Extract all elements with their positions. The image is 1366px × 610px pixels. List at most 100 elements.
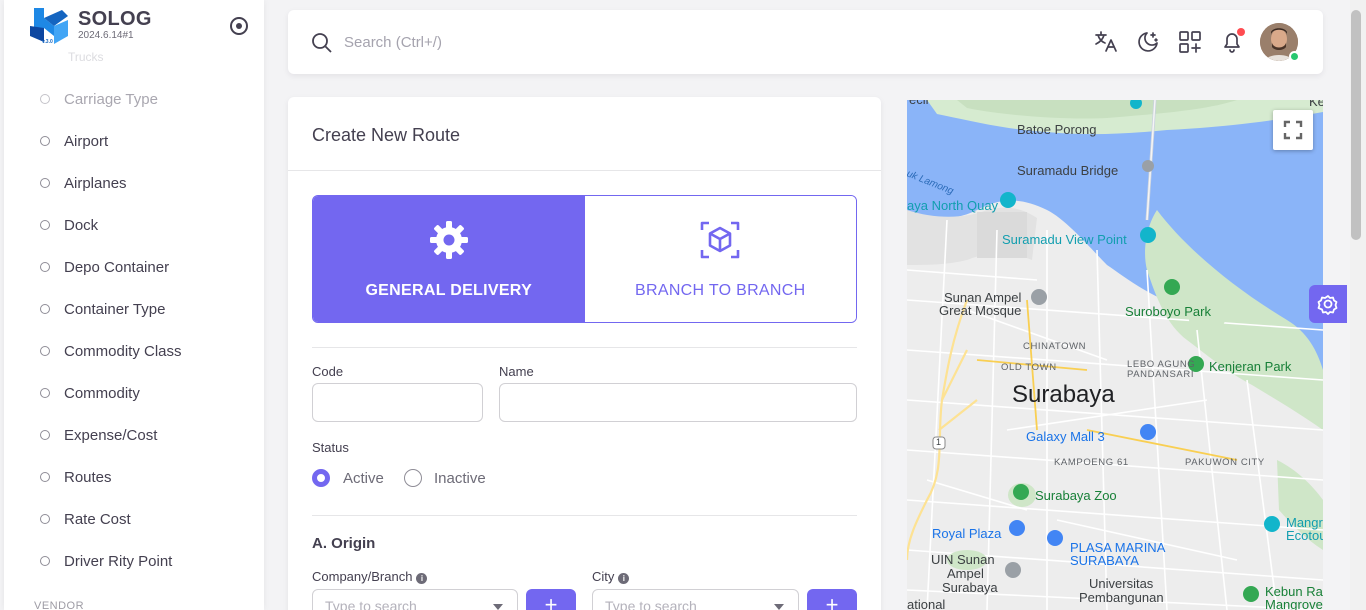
map-label: Suroboyo Park — [1125, 304, 1211, 319]
map-label: KAMPOENG 61 — [1054, 457, 1129, 468]
sidebar-menu: Carriage Type Airport Airplanes Dock Dep… — [4, 78, 264, 582]
code-field[interactable] — [312, 383, 483, 422]
sidebar-item-label: Expense/Cost — [64, 426, 158, 444]
road-number: 1 — [936, 437, 942, 447]
sidebar-item-container-type[interactable]: Container Type — [4, 288, 264, 330]
map-label: Mangrove — [1265, 597, 1323, 610]
sidebar-item-label: Airplanes — [64, 174, 127, 192]
info-icon[interactable]: i — [618, 573, 630, 584]
theme-toggle-icon[interactable] — [1135, 29, 1161, 55]
sidebar-section-vendor: VENDOR — [34, 600, 85, 610]
status-inactive-label[interactable]: Inactive — [434, 470, 486, 487]
sidebar-item-label: Dock — [64, 216, 99, 234]
company-branch-label: Company/Branch i — [312, 569, 428, 584]
map-fullscreen-button[interactable] — [1273, 110, 1313, 150]
city-label-text: City — [592, 569, 615, 584]
map-label: UIN Sunan — [931, 552, 995, 567]
gear-icon — [1317, 295, 1338, 315]
sidebar-item-carriage-type[interactable]: Carriage Type — [4, 78, 264, 120]
city-select[interactable]: Type to search — [592, 589, 799, 610]
circle-icon — [40, 346, 50, 356]
company-branch-select[interactable]: Type to search — [312, 589, 518, 610]
online-status-dot — [1289, 51, 1300, 62]
sidebar-item-expense-cost[interactable]: Expense/Cost — [4, 414, 264, 456]
company-branch-placeholder: Type to search — [325, 598, 417, 610]
fullscreen-icon — [1283, 120, 1303, 140]
sidebar-item-label: Rate Cost — [64, 510, 131, 528]
logo-caption: v.3.0 — [42, 39, 53, 45]
sidebar-item-label: Driver Rity Point — [64, 552, 173, 570]
sidebar-item-commodity[interactable]: Commodity — [4, 372, 264, 414]
map-label: Great Mosque — [939, 303, 1022, 318]
branch-to-branch-option[interactable]: BRANCH TO BRANCH — [584, 196, 856, 322]
name-field[interactable] — [499, 383, 857, 422]
page-scrollbar-thumb[interactable] — [1351, 10, 1361, 240]
circle-icon — [40, 388, 50, 398]
status-active-label[interactable]: Active — [343, 470, 384, 487]
sidebar-item-label: Routes — [64, 468, 112, 486]
sidebar-collapse-button[interactable] — [230, 17, 248, 35]
map-label: Royal Plaza — [932, 526, 1002, 541]
company-branch-label-text: Company/Branch — [312, 569, 413, 584]
route-type-toggle: GENERAL DELIVERY BRANCH TO BRANCH — [312, 195, 857, 323]
map-label: ecil — [909, 100, 929, 107]
circle-icon — [40, 220, 50, 230]
chevron-down-icon — [493, 604, 503, 610]
sidebar-item-label: Commodity Class — [64, 342, 182, 360]
translate-icon[interactable] — [1093, 29, 1119, 55]
branch-to-branch-label: BRANCH TO BRANCH — [635, 282, 806, 299]
shortcuts-icon[interactable] — [1177, 29, 1203, 55]
sidebar-item-airplanes[interactable]: Airplanes — [4, 162, 264, 204]
status-active-radio[interactable] — [312, 469, 330, 487]
sidebar-item-label: Airport — [64, 132, 109, 150]
add-city-button[interactable]: + — [807, 589, 857, 610]
map-label: PANDANSARI — [1127, 369, 1195, 380]
create-route-card: Create New Route GENERAL DELIVERY BRANCH… — [288, 97, 881, 610]
sidebar-item-dock[interactable]: Dock — [4, 204, 264, 246]
circle-icon — [40, 94, 50, 104]
map-label: Surabaya Zoo — [1035, 488, 1117, 503]
gear-icon — [429, 221, 468, 259]
sidebar-ghost-text: Trucks — [68, 50, 104, 64]
sidebar-item-driver-rity-point[interactable]: Driver Rity Point — [4, 540, 264, 582]
sidebar-item-routes[interactable]: Routes — [4, 456, 264, 498]
circle-icon — [40, 136, 50, 146]
chevron-down-icon — [774, 604, 784, 610]
map-label: Suramadu View Point — [1002, 232, 1127, 247]
map-label: aya North Quay — [907, 198, 999, 213]
code-label: Code — [312, 364, 344, 379]
circle-icon — [40, 430, 50, 440]
map-label: CHINATOWN — [1023, 341, 1087, 352]
circle-icon — [40, 262, 50, 272]
map-label-city: Surabaya — [1012, 381, 1115, 408]
map-label: Ke — [1309, 100, 1323, 109]
sidebar-item-rate-cost[interactable]: Rate Cost — [4, 498, 264, 540]
top-navbar — [288, 10, 1323, 74]
map-label: Kenjeran Park — [1209, 359, 1292, 374]
map-label: Galaxy Mall 3 — [1026, 429, 1105, 444]
sidebar-item-depo-container[interactable]: Depo Container — [4, 246, 264, 288]
route-map[interactable]: Batoe Porong Suramadu Bridge uk Lamong a… — [907, 100, 1323, 610]
section-divider — [312, 515, 857, 516]
map-label: Suramadu Bridge — [1017, 163, 1119, 178]
add-company-button[interactable]: + — [526, 589, 576, 610]
map-label: Ampel — [947, 566, 984, 581]
brand-version: 2024.6.14#1 — [78, 30, 134, 41]
brand[interactable]: v.3.0 SOLOG 2024.6.14#1 — [28, 6, 152, 46]
map-label: OLD TOWN — [1001, 362, 1057, 373]
info-icon[interactable]: i — [416, 573, 428, 584]
general-delivery-label: GENERAL DELIVERY — [365, 282, 533, 299]
circle-icon — [40, 472, 50, 482]
search-icon[interactable] — [310, 31, 334, 55]
theme-customizer-button[interactable] — [1309, 285, 1347, 323]
sidebar-item-commodity-class[interactable]: Commodity Class — [4, 330, 264, 372]
map-label: Pembangunan — [1079, 590, 1164, 605]
general-delivery-option[interactable]: GENERAL DELIVERY — [313, 196, 585, 322]
sidebar: v.3.0 SOLOG 2024.6.14#1 Trucks Carriage … — [4, 0, 264, 610]
search-input[interactable] — [344, 30, 844, 54]
circle-icon — [40, 514, 50, 524]
status-inactive-radio[interactable] — [404, 469, 422, 487]
sidebar-item-label: Depo Container — [64, 258, 170, 276]
map-label: Ecotou — [1286, 528, 1323, 543]
sidebar-item-airport[interactable]: Airport — [4, 120, 264, 162]
